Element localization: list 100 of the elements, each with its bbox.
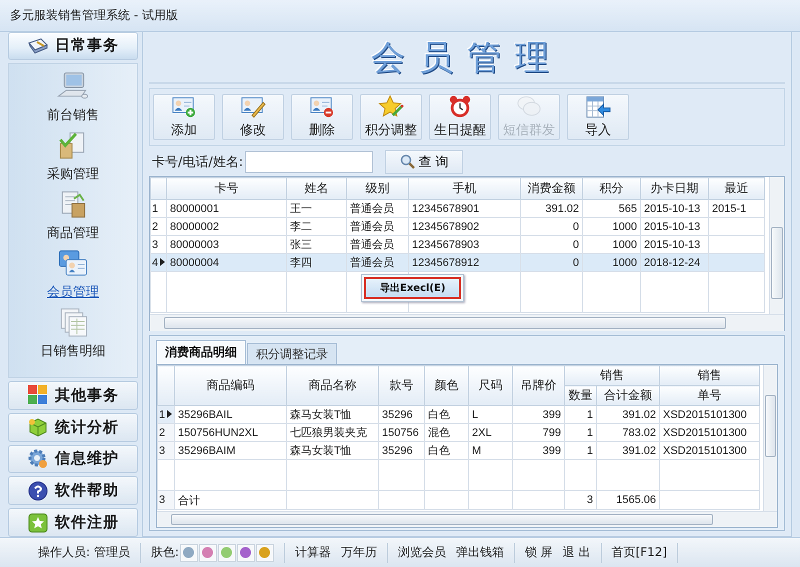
column-group-header[interactable]: 销售 xyxy=(660,366,760,386)
status-link[interactable]: 退 出 xyxy=(562,544,591,561)
card-pencil-icon xyxy=(239,94,267,119)
column-header[interactable]: 卡号 xyxy=(166,178,286,200)
section-header[interactable]: 软件注册 xyxy=(8,508,138,538)
column-header[interactable]: 消费金额 xyxy=(520,178,582,200)
column-header[interactable]: 手机 xyxy=(408,178,520,200)
table-cell: 2015-10-13 xyxy=(644,238,700,250)
sidebar-item[interactable]: 前台销售 xyxy=(47,68,99,127)
column-header[interactable]: 单号 xyxy=(660,386,760,406)
sidebar-item[interactable]: 商品管理 xyxy=(47,186,99,245)
row-number: 3 xyxy=(152,238,158,250)
column-header[interactable]: 积分 xyxy=(582,178,640,200)
column-header[interactable]: 合计金额 xyxy=(596,386,660,406)
section-header[interactable]: 软件帮助 xyxy=(8,476,138,506)
status-link[interactable]: 锁 屏 xyxy=(524,544,553,561)
table-cell: 1 xyxy=(586,444,593,456)
table-row[interactable]: 3 80000003 张三 普通会员 12345678903 0 1000 2015-10-13 xyxy=(150,236,764,254)
table-row[interactable]: 1 80000001 王一 普通会员 12345678901 391.02 565 2015-10-13 2015-1 xyxy=(150,200,764,218)
row-header[interactable]: 3 xyxy=(158,442,174,460)
gear-icon xyxy=(27,448,49,470)
sidebar-item[interactable]: 日销售明细 xyxy=(40,304,106,363)
tab[interactable]: 积分调整记录 xyxy=(247,343,337,364)
table-cell: 1000 xyxy=(612,220,637,232)
column-header[interactable]: 数量 xyxy=(564,386,596,406)
toolbar-button[interactable]: 删除 xyxy=(291,94,353,140)
sidebar-item[interactable]: 采购管理 xyxy=(47,126,99,186)
toolbar-button[interactable]: 添加 xyxy=(153,94,215,140)
column-header[interactable]: 最近 xyxy=(708,178,764,200)
skin-swatch[interactable] xyxy=(236,544,255,562)
status-link[interactable]: 弹出钱箱 xyxy=(456,544,504,561)
column-header[interactable]: 颜色 xyxy=(424,366,468,406)
toolbar-button[interactable]: 修改 xyxy=(222,94,284,140)
row-number: 2 xyxy=(159,426,166,438)
horizontal-scrollbar[interactable] xyxy=(157,511,777,527)
table-cell: XSD2015101300 xyxy=(663,426,747,438)
skin-swatch[interactable] xyxy=(198,544,217,562)
tiles-icon xyxy=(27,384,49,406)
table-cell: 80000004 xyxy=(170,256,219,268)
table-cell: 白色 xyxy=(428,409,450,421)
table-cell: 799 xyxy=(542,426,561,438)
skin-swatch[interactable] xyxy=(218,544,236,562)
vertical-scrollbar[interactable] xyxy=(769,177,784,314)
menu-item[interactable]: 导出Execl(E) xyxy=(364,277,462,299)
row-number: 3 xyxy=(159,494,166,506)
table-cell: 七匹狼男装夹克 xyxy=(290,427,367,439)
search-field[interactable] xyxy=(245,150,374,173)
help-icon xyxy=(27,480,49,502)
column-header[interactable]: 姓名 xyxy=(286,178,346,200)
table-cell: 12345678912 xyxy=(412,256,480,268)
table-cell: M xyxy=(472,444,482,456)
column-header[interactable]: 尺码 xyxy=(468,366,512,406)
row-number: 4 xyxy=(152,256,158,268)
table-cell: 森马女装T恤 xyxy=(290,409,352,421)
star-tile-icon xyxy=(27,512,49,534)
search-button[interactable]: 查 询 xyxy=(385,150,464,174)
column-header[interactable]: 办卡日期 xyxy=(640,178,708,200)
table-cell: 399 xyxy=(542,444,561,456)
vertical-scrollbar[interactable] xyxy=(763,365,777,511)
skin-swatch[interactable] xyxy=(256,544,274,562)
tab[interactable]: 消费商品明细 xyxy=(156,340,246,364)
table-cell: XSD2015101300 xyxy=(663,408,747,420)
row-header[interactable]: 2 xyxy=(158,424,174,442)
table-cell: 2015-1 xyxy=(712,202,746,214)
toolbar-button[interactable]: 积分调整 xyxy=(360,94,422,140)
section-header[interactable]: 信息维护 xyxy=(8,444,138,474)
column-header[interactable]: 级别 xyxy=(346,178,408,200)
column-header[interactable]: 吊牌价 xyxy=(512,366,564,406)
skin-swatch[interactable] xyxy=(180,544,198,562)
status-link[interactable]: 计算器 xyxy=(294,544,331,561)
table-cell: 150756 xyxy=(382,426,419,438)
toolbar-button[interactable]: 导入 xyxy=(567,94,629,140)
status-link[interactable]: 首页[F12] xyxy=(612,544,668,561)
row-number: 3 xyxy=(159,444,166,456)
table-cell: 12345678901 xyxy=(412,202,480,214)
toolbar-button[interactable]: 生日提醒 xyxy=(429,94,491,140)
status-link[interactable]: 万年历 xyxy=(340,544,377,561)
star-icon xyxy=(377,94,405,119)
column-header[interactable]: 商品名称 xyxy=(286,366,378,406)
status-link[interactable]: 浏览会员 xyxy=(398,544,446,561)
table-row[interactable]: 4 80000004 李四 普通会员 12345678912 0 1000 2018-12-24 xyxy=(150,254,764,272)
row-header[interactable]: 1 xyxy=(158,406,174,424)
table-cell: 399 xyxy=(542,408,561,420)
column-header[interactable]: 商品编码 xyxy=(174,366,286,406)
section-header[interactable]: 统计分析 xyxy=(8,412,138,442)
sidebar-item[interactable]: 会员管理 xyxy=(47,244,99,304)
table-cell: 2015-10-13 xyxy=(644,202,700,214)
card-minus-icon xyxy=(308,94,336,119)
column-group-header[interactable]: 销售 xyxy=(564,366,660,386)
book-icon xyxy=(27,36,49,55)
table-cell: 普通会员 xyxy=(350,257,394,269)
section-header[interactable]: 日常事务 xyxy=(8,32,138,60)
table-cell: 1000 xyxy=(612,238,637,250)
row-number: 2 xyxy=(152,220,158,232)
card-plus-icon xyxy=(170,94,198,119)
horizontal-scrollbar[interactable] xyxy=(150,314,784,331)
section-header[interactable]: 其他事务 xyxy=(8,380,138,410)
column-header[interactable]: 款号 xyxy=(378,366,424,406)
search-icon xyxy=(400,154,416,170)
table-row[interactable]: 2 80000002 李二 普通会员 12345678902 0 1000 2015-10-13 xyxy=(150,218,764,236)
